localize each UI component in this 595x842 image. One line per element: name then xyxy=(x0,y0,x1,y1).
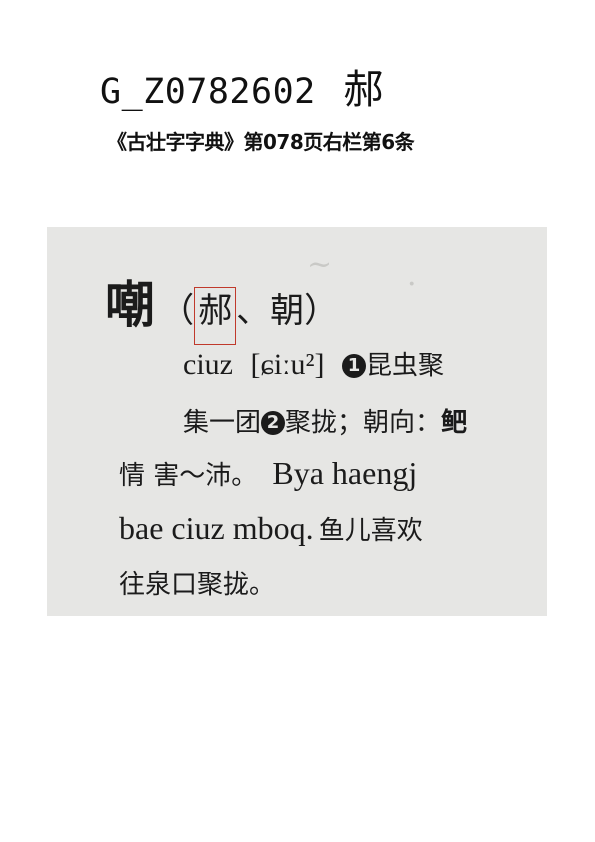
sense-1-marker: 1 xyxy=(342,354,367,378)
entry-line-3: 情 害～沛。 Bya haengj xyxy=(119,455,417,492)
romanization: ciuz xyxy=(183,348,233,381)
ipa-transcription: [ɕiːu²] xyxy=(250,348,325,381)
entry-head-line: 嘲 （郝、朝） xyxy=(105,265,338,345)
example-zhuang-phrase: 情 害～沛。 xyxy=(119,461,258,491)
example-romanized-start: Bya haengj xyxy=(272,455,418,491)
sense-2-text: 聚拢；朝向： xyxy=(285,408,442,438)
entry-line-1: ciuz [ɕiːu²] 1 昆虫聚 xyxy=(183,345,444,382)
source-reference: 《古壮字字典》第078页右栏第6条 xyxy=(107,130,415,154)
variant-open-paren: （ xyxy=(160,291,195,331)
entry-heading: G_Z0782602 郝 xyxy=(100,57,384,115)
entry-line-4: bae ciuz mboq. 鱼儿喜欢 xyxy=(119,510,423,547)
glyph-character: 郝 xyxy=(343,67,384,113)
example-romanized-end: bae ciuz mboq. xyxy=(119,510,314,546)
dictionary-scan: ~ · 嘲 （郝、朝） ciuz [ɕiːu²] 1 昆虫聚 集一团 2 聚拢；朝向：… xyxy=(47,227,547,616)
bleed-through-mark: · xyxy=(407,267,417,302)
line-2-text: 集一团 xyxy=(183,408,262,438)
sense-1-text: 昆虫聚 xyxy=(366,351,445,381)
entry-line-5: 往泉口聚拢。 xyxy=(119,564,275,601)
example-translation-start: 鱼儿喜欢 xyxy=(318,516,423,546)
example-translation-end: 往泉口聚拢。 xyxy=(119,570,276,600)
entry-line-2: 集一团 2 聚拢；朝向：鲃 xyxy=(183,402,467,439)
variant-close-paren: ） xyxy=(304,291,339,331)
sense-2-marker: 2 xyxy=(261,411,286,435)
example-character: 鲃 xyxy=(441,408,468,438)
variant-list: 、朝 xyxy=(236,291,305,331)
glyph-code: G_Z0782602 xyxy=(100,72,316,112)
highlighted-variant: 郝 xyxy=(194,287,237,345)
head-character: 嘲 xyxy=(105,276,155,334)
